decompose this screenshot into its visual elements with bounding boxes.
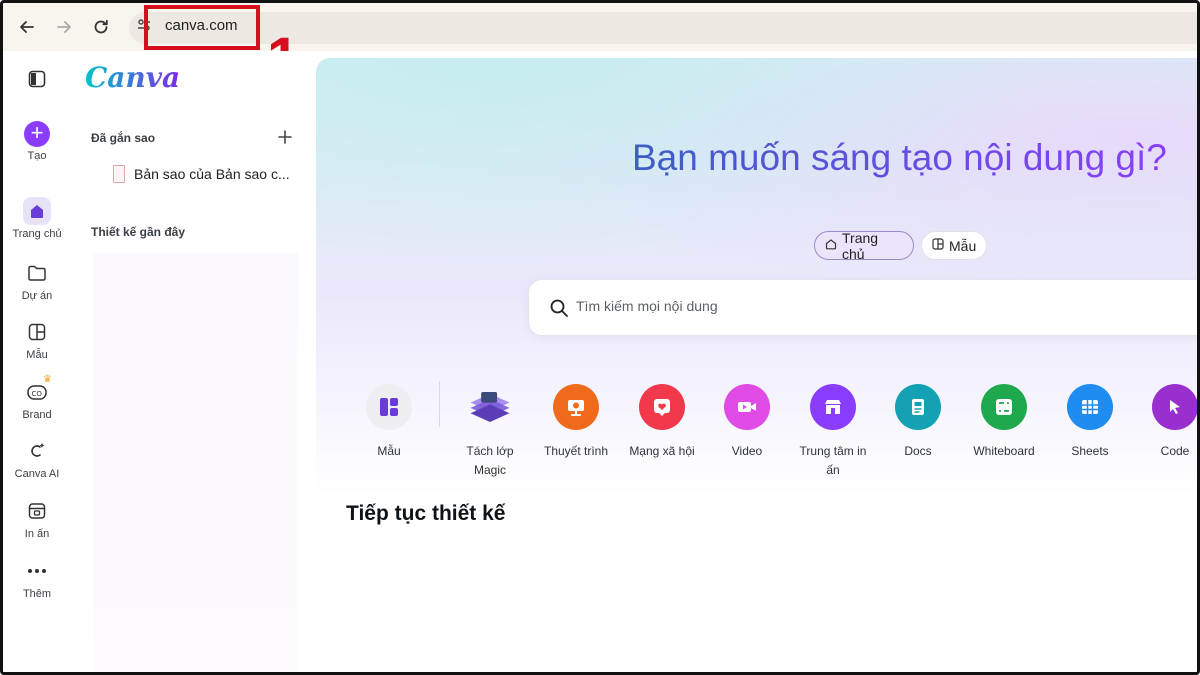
category-divider xyxy=(439,381,440,427)
rail-label-create: Tạo xyxy=(27,150,47,162)
add-starred-button[interactable] xyxy=(278,127,292,150)
rail-item-canva-ai[interactable]: Canva AI xyxy=(3,437,71,480)
presentation-icon xyxy=(553,384,599,430)
rail-label-templates: Mẫu xyxy=(26,349,48,361)
reload-button[interactable] xyxy=(88,14,114,40)
svg-text:CO: CO xyxy=(32,390,43,398)
plus-icon xyxy=(278,130,292,144)
magic-layers-icon xyxy=(467,384,513,430)
category-label: Tách lớp Magic xyxy=(466,444,514,477)
category-sheets[interactable]: Sheets xyxy=(1042,384,1138,461)
category-code[interactable]: Code xyxy=(1127,384,1197,461)
category-label: Sheets xyxy=(1071,444,1109,458)
arrow-right-icon xyxy=(57,21,71,33)
screenshot-frame: canva.com 1 2 + Tạo Trang chủ Dự án xyxy=(0,0,1200,675)
annotation-box-url xyxy=(144,5,260,50)
recent-designs-heading: Thiết kế gần đây xyxy=(91,225,186,239)
video-icon xyxy=(724,384,770,430)
rail-item-projects[interactable]: Dự án xyxy=(3,259,71,302)
tab-templates-label: Mẫu xyxy=(949,237,977,254)
rail-label-projects: Dự án xyxy=(21,290,53,302)
whiteboard-icon xyxy=(981,384,1027,430)
search-input[interactable] xyxy=(576,298,976,314)
docs-icon xyxy=(895,384,941,430)
category-label: Video xyxy=(731,444,763,458)
template-icon xyxy=(366,384,412,430)
template-icon xyxy=(932,238,944,253)
left-rail: + Tạo Trang chủ Dự án Mẫu CO ♛ Brand Can… xyxy=(3,51,71,672)
social-heart-icon xyxy=(639,384,685,430)
code-icon xyxy=(1152,384,1197,430)
category-presentation[interactable]: Thuyết trình xyxy=(528,384,624,461)
starred-design-title: Bản sao của Bản sao c... xyxy=(134,166,290,182)
category-social-media[interactable]: Mạng xã hội xyxy=(614,384,710,461)
search-box[interactable] xyxy=(528,279,1197,336)
folder-icon xyxy=(23,259,51,287)
arrow-left-icon xyxy=(20,21,34,33)
rail-label-print: In ấn xyxy=(24,528,50,540)
category-label: Trung tâm in ấn xyxy=(799,444,867,477)
starred-heading: Đã gắn sao xyxy=(91,131,156,145)
canva-logo[interactable]: Canva xyxy=(85,61,180,94)
rail-item-brand[interactable]: CO ♛ Brand xyxy=(3,374,71,421)
rail-label-home: Trang chủ xyxy=(12,228,62,240)
category-print-shop[interactable]: Trung tâm in ấn xyxy=(785,384,881,480)
category-label: Mẫu xyxy=(377,444,401,458)
tab-home-label: Trang chủ xyxy=(842,229,879,262)
crown-icon: ♛ xyxy=(43,374,52,385)
category-label: Thuyết trình xyxy=(543,444,609,458)
home-icon xyxy=(825,238,837,253)
search-icon xyxy=(550,299,568,317)
category-whiteboard[interactable]: Whiteboard xyxy=(956,384,1052,461)
canva-ai-icon xyxy=(23,437,51,465)
recent-designs-list xyxy=(93,253,298,672)
template-icon xyxy=(23,318,51,346)
forward-button[interactable] xyxy=(51,14,77,40)
print-icon xyxy=(23,497,51,525)
rail-label-canva-ai: Canva AI xyxy=(14,468,60,480)
home-icon xyxy=(23,197,51,225)
print-shop-icon xyxy=(810,384,856,430)
rail-item-create[interactable]: + Tạo xyxy=(3,121,71,162)
rail-label-brand: Brand xyxy=(22,409,52,421)
rail-item-more[interactable]: Thêm xyxy=(3,557,71,600)
category-label: Whiteboard xyxy=(973,444,1035,458)
sheets-icon xyxy=(1067,384,1113,430)
category-video[interactable]: Video xyxy=(699,384,795,461)
rail-item-home[interactable]: Trang chủ xyxy=(3,197,71,240)
plus-icon: + xyxy=(24,121,50,147)
rail-item-print[interactable]: In ấn xyxy=(3,497,71,540)
rail-item-templates[interactable]: Mẫu xyxy=(3,318,71,361)
toggle-panel-button[interactable] xyxy=(3,65,71,93)
category-templates[interactable]: Mẫu xyxy=(341,384,437,461)
brand-icon: CO ♛ xyxy=(23,374,52,406)
more-icon xyxy=(23,557,51,585)
starred-design-item[interactable]: Bản sao của Bản sao c... xyxy=(113,165,290,183)
category-label: Docs xyxy=(904,444,932,458)
rail-label-more: Thêm xyxy=(22,588,52,600)
tab-templates[interactable]: Mẫu xyxy=(921,231,987,260)
continue-designing-heading: Tiếp tục thiết kế xyxy=(346,502,506,525)
category-label: Code xyxy=(1160,444,1190,458)
hero-headline: Bạn muốn sáng tạo nội dung gì? xyxy=(632,137,1167,178)
category-docs[interactable]: Docs xyxy=(870,384,966,461)
category-label: Mạng xã hội xyxy=(629,444,695,458)
back-button[interactable] xyxy=(14,14,40,40)
category-magic-layers[interactable]: Tách lớp Magic xyxy=(442,384,538,480)
panel-toggle-icon xyxy=(28,70,46,88)
design-thumbnail xyxy=(113,165,125,183)
reload-icon xyxy=(94,19,108,34)
tab-home[interactable]: Trang chủ xyxy=(814,229,914,262)
